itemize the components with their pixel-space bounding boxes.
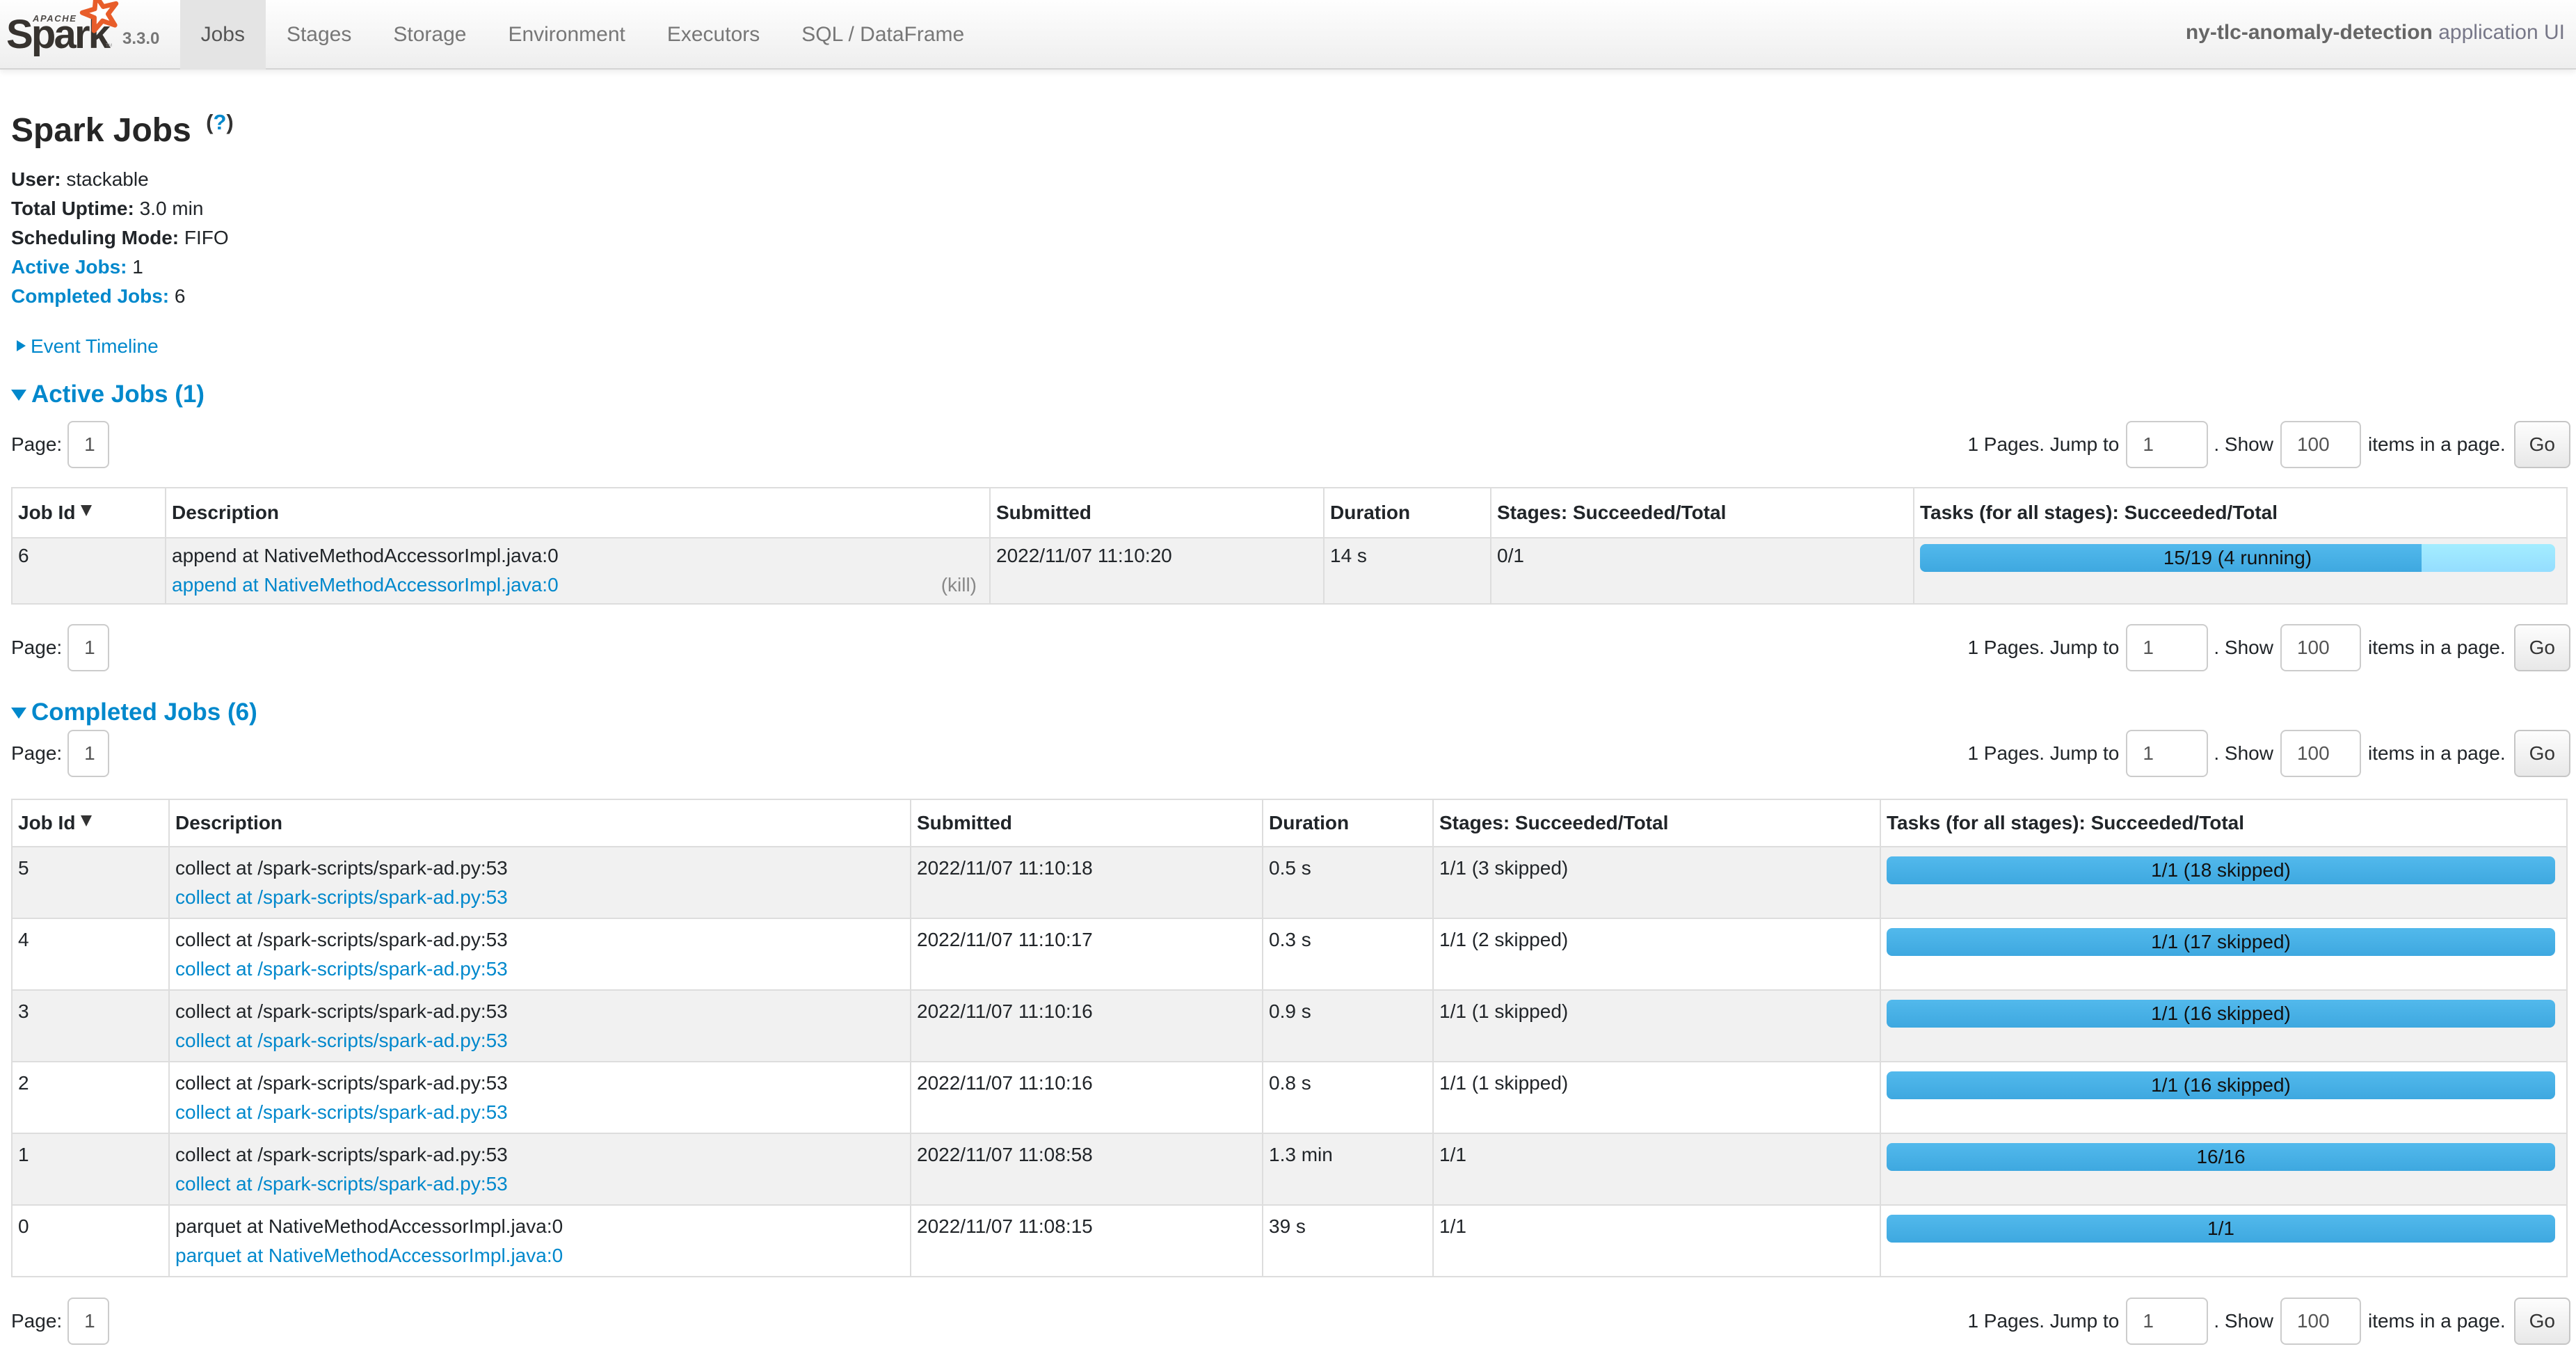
svg-text:TM: TM [106,43,112,48]
